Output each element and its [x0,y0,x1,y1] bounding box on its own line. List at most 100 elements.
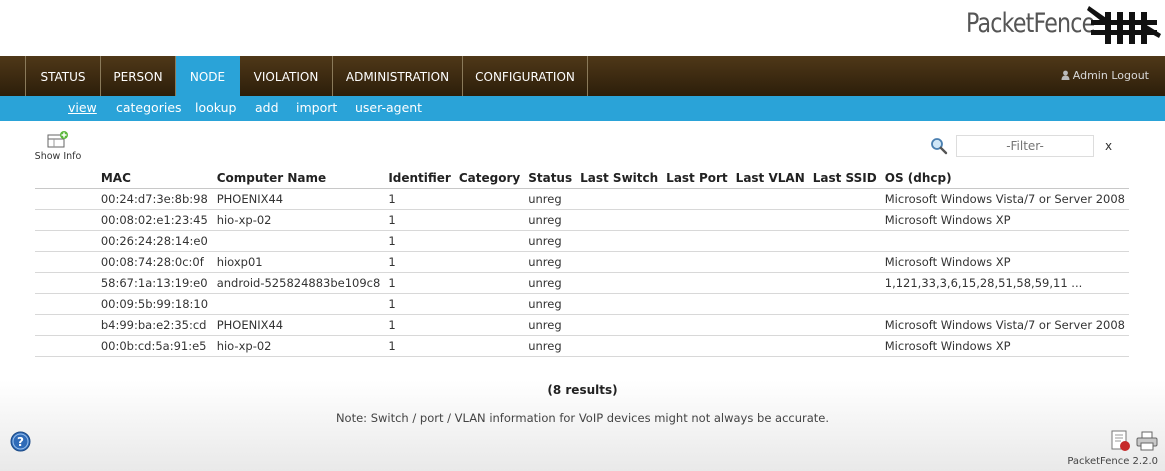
column-header-category[interactable]: Category [454,168,525,189]
cell-last-switch [576,209,663,231]
help-icon[interactable]: ? [10,431,31,452]
cell-status: unreg [524,230,577,252]
cell-category [454,314,525,336]
cell-os-dhcp: 1,121,33,3,6,15,28,51,58,59,11 ... [880,272,1129,294]
subnav-user-agent[interactable]: user-agent [355,100,422,115]
search-icon[interactable] [930,137,948,155]
subnav-import[interactable]: import [296,100,337,115]
cell-mac: 00:24:d7:3e:8b:98 [96,188,213,210]
row-select-cell [35,293,97,315]
column-header-last-ssid[interactable]: Last SSID [808,168,881,189]
voip-note: Note: Switch / port / VLAN information f… [335,411,830,425]
admin-logout-label: Admin Logout [1072,69,1149,82]
column-header-last-vlan[interactable]: Last VLAN [731,168,809,189]
table-row[interactable]: 00:26:24:28:14:e0 1 unreg [35,230,1129,252]
cell-last-switch [576,314,663,336]
cell-computer-name: PHOENIX44 [212,314,385,336]
table-header-row: MAC Computer Name Identifier Category St… [35,168,1129,189]
admin-logout-link[interactable]: Admin Logout [1061,69,1149,82]
print-icon[interactable] [1136,431,1158,451]
subnav-add[interactable]: add [255,100,279,115]
cell-computer-name: PHOENIX44 [212,188,385,210]
sub-nav: view categories lookup add import user-a… [0,96,1165,121]
cell-last-vlan [731,272,809,294]
row-select-cell [35,314,97,336]
subnav-lookup[interactable]: lookup [195,100,236,115]
cell-category [454,230,525,252]
cell-identifier: 1 [384,209,455,231]
show-info-label: Show Info [34,151,82,162]
cell-computer-name: android-525824883be109c8 [212,272,385,294]
cell-last-vlan [731,209,809,231]
packetfence-logo: PacketFence [962,2,1162,52]
column-header-os-dhcp[interactable]: OS (dhcp) [880,168,1129,189]
table-row[interactable]: 00:0b:cd:5a:91:e5 hio-xp-02 1 unreg Microsof… [35,335,1129,357]
show-info-button[interactable]: Show Info [34,131,82,162]
cell-os-dhcp [880,293,1129,315]
cell-last-vlan [731,314,809,336]
row-select-cell [35,272,97,294]
cell-last-port [662,314,732,336]
column-header-mac[interactable]: MAC [96,168,213,189]
column-header-last-port[interactable]: Last Port [662,168,732,189]
cell-mac: b4:99:ba:e2:35:cd [96,314,213,336]
table-row[interactable]: 00:24:d7:3e:8b:98 PHOENIX44 1 unreg Microsof… [35,188,1129,210]
row-select-cell [35,251,97,273]
cell-mac: 00:08:02:e1:23:45 [96,209,213,231]
cell-mac: 00:09:5b:99:18:10 [96,293,213,315]
column-header-identifier[interactable]: Identifier [384,168,455,189]
cell-computer-name: hioxp01 [212,251,385,273]
table-row[interactable]: 58:67:1a:13:19:e0 android-525824883be109c… [35,272,1129,294]
column-header-computer-name[interactable]: Computer Name [212,168,385,189]
tab-administration[interactable]: ADMINISTRATION [333,56,463,96]
tab-status[interactable]: STATUS [25,56,101,96]
cell-last-ssid [808,188,881,210]
cell-identifier: 1 [384,230,455,252]
cell-computer-name: hio-xp-02 [212,335,385,357]
cell-last-switch [576,335,663,357]
table-row[interactable]: 00:09:5b:99:18:10 1 unreg [35,293,1129,315]
cell-last-switch [576,251,663,273]
pdf-export-icon[interactable] [1111,430,1131,452]
select-column-header [35,168,97,189]
version-label: PacketFence 2.2.0 [1067,456,1158,467]
tab-configuration[interactable]: CONFIGURATION [463,56,588,96]
column-header-last-switch[interactable]: Last Switch [576,168,663,189]
cell-identifier: 1 [384,335,455,357]
main-nav: STATUS PERSON NODE VIOLATION ADMINISTRAT… [0,56,1165,96]
cell-last-switch [576,293,663,315]
cell-os-dhcp: Microsoft Windows XP [880,335,1129,357]
cell-identifier: 1 [384,272,455,294]
table-row[interactable]: 00:08:74:28:0c:0f hioxp01 1 unreg Microsoft … [35,251,1129,273]
cell-category [454,293,525,315]
cell-mac: 58:67:1a:13:19:e0 [96,272,213,294]
filter-clear-button[interactable]: x [1105,139,1112,153]
subnav-categories[interactable]: categories [116,100,182,115]
tab-person[interactable]: PERSON [101,56,176,96]
cell-last-port [662,335,732,357]
row-select-cell [35,335,97,357]
cell-computer-name [212,293,385,315]
column-header-status[interactable]: Status [524,168,577,189]
add-column-icon [47,131,68,148]
cell-last-switch [576,188,663,210]
cell-last-ssid [808,335,881,357]
cell-category [454,272,525,294]
cell-category [454,188,525,210]
cell-status: unreg [524,335,577,357]
table-row[interactable]: b4:99:ba:e2:35:cd PHOENIX44 1 unreg Microsof… [35,314,1129,336]
table-row[interactable]: 00:08:02:e1:23:45 hio-xp-02 1 unreg Microsof… [35,209,1129,231]
cell-status: unreg [524,314,577,336]
tab-node[interactable]: NODE [176,56,240,96]
cell-last-switch [576,230,663,252]
subnav-view[interactable]: view [68,100,97,115]
cell-os-dhcp: Microsoft Windows Vista/7 or Server 2008 [880,188,1129,210]
cell-category [454,335,525,357]
cell-identifier: 1 [384,251,455,273]
cell-category [454,209,525,231]
cell-mac: 00:08:74:28:0c:0f [96,251,213,273]
cell-last-ssid [808,230,881,252]
row-select-cell [35,188,97,210]
filter-input[interactable] [956,135,1094,157]
tab-violation[interactable]: VIOLATION [240,56,333,96]
